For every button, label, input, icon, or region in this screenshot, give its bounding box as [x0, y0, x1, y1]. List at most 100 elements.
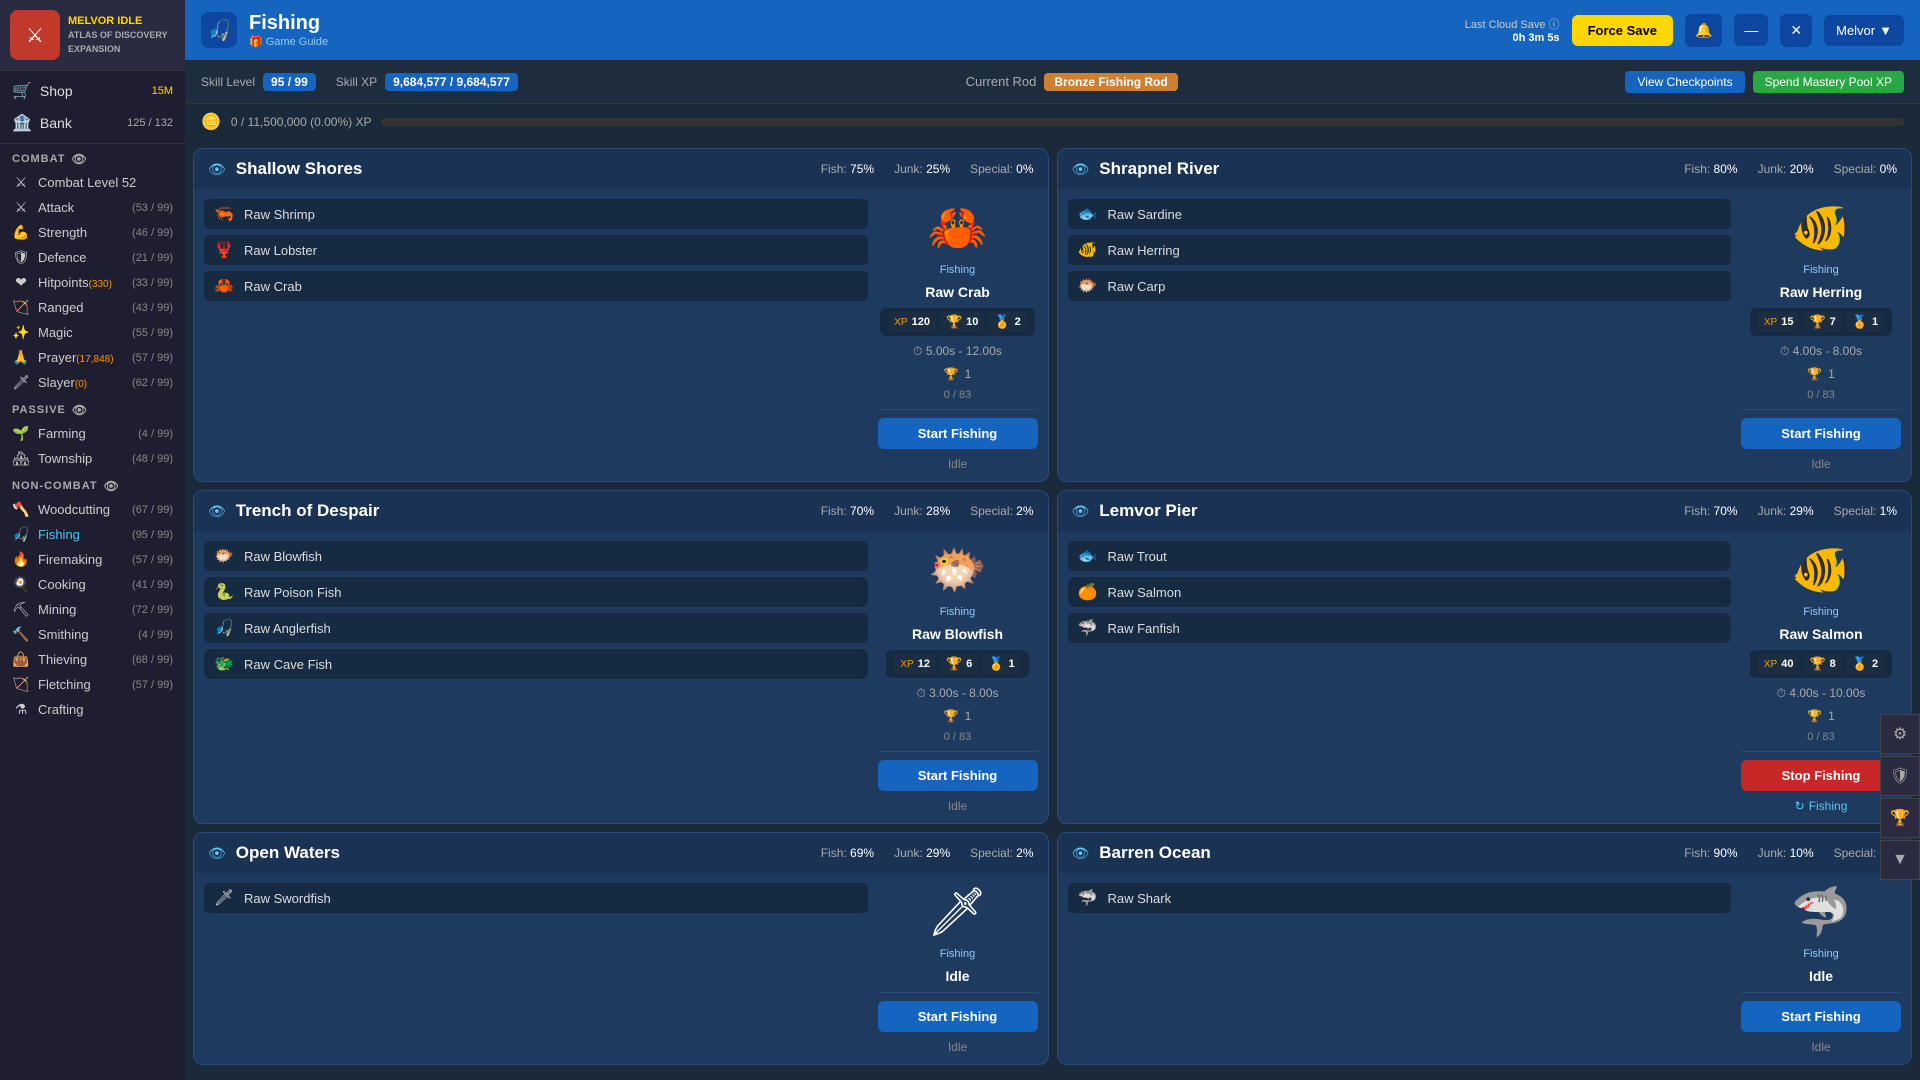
current-fish-icon: 🦈	[1791, 883, 1851, 940]
combat-icon: ⚔	[12, 174, 30, 191]
page-title: Fishing	[249, 12, 328, 35]
sidebar-item-slayer[interactable]: 🗡Slayer(0) (62 / 99)	[0, 370, 185, 395]
start-fishing-button-shallow[interactable]: Start Fishing	[878, 418, 1038, 449]
sidebar-item-cooking[interactable]: 🍳Cooking (41 / 99)	[0, 572, 185, 597]
shop-bank-section: 🛒 Shop 15M 🏦 Bank 125 / 132	[0, 71, 185, 144]
visibility-icon: 👁	[1072, 161, 1090, 178]
page-icon: 🎣	[201, 12, 237, 48]
spend-mastery-button[interactable]: Spend Mastery Pool XP	[1753, 71, 1904, 93]
trophy-reward: 🏆10	[940, 312, 984, 332]
current-fish-name: Idle	[1809, 968, 1833, 984]
sidebar-item-thieving[interactable]: 👜Thieving (68 / 99)	[0, 647, 185, 672]
blowfish-icon: 🐡	[212, 546, 236, 566]
xp-coin-icon: 🪙	[201, 112, 221, 132]
force-save-button[interactable]: Force Save	[1572, 15, 1673, 46]
trophy-reward: 🏆7	[1803, 312, 1841, 332]
right-trophy-button[interactable]: 🏆	[1880, 798, 1920, 838]
carp-icon: 🐡	[1076, 276, 1100, 296]
fish-row: 🐍Raw Poison Fish	[204, 577, 868, 607]
game-guide-link[interactable]: 🎁 Game Guide	[249, 35, 328, 48]
location-name: Shallow Shores	[236, 159, 811, 179]
sidebar-item-township[interactable]: 🏘Township (48 / 99)	[0, 446, 185, 471]
chevron-down-icon: ▼	[1879, 23, 1892, 38]
extra-reward: 🏅1	[982, 654, 1020, 674]
stats-bar: Skill Level 95 / 99 Skill XP 9,684,577 /…	[185, 60, 1920, 104]
swordfish-icon: 🗡	[212, 888, 236, 908]
progress-text: 0 / 83	[1807, 389, 1835, 401]
fish-list: 🐟Raw Trout 🍊Raw Salmon 🦈Raw Fanfish	[1068, 541, 1732, 813]
sidebar-item-strength[interactable]: 💪Strength (46 / 99)	[0, 220, 185, 245]
notification-button[interactable]: 🔔	[1685, 14, 1722, 47]
sidebar-item-firemaking[interactable]: 🔥Firemaking (57 / 99)	[0, 547, 185, 572]
right-chevron-button[interactable]: ▼	[1880, 840, 1920, 880]
start-fishing-button-open[interactable]: Start Fishing	[878, 1001, 1038, 1032]
fish-pct: Fish: 80%	[1684, 162, 1737, 176]
fish-name: Raw Shark	[1108, 891, 1172, 906]
progress-text: 0 / 83	[944, 389, 972, 401]
fishing-label: Fishing	[1803, 606, 1838, 618]
fish-rewards: XP120 🏆10 🏅2	[880, 308, 1034, 336]
fish-rewards: XP12 🏆6 🏅1	[886, 650, 1028, 678]
junk-pct: Junk: 29%	[894, 846, 950, 860]
current-rod-area: Current Rod Bronze Fishing Rod	[966, 73, 1178, 91]
close-button[interactable]: ✕	[1780, 14, 1812, 47]
time-range: ⏱ 4.00s - 8.00s	[1780, 344, 1862, 359]
fish-name: Raw Sardine	[1108, 207, 1182, 222]
sidebar-item-woodcutting[interactable]: 🪓Woodcutting (67 / 99)	[0, 497, 185, 522]
sidebar-item-crafting[interactable]: ⚗Crafting	[0, 697, 185, 722]
sidebar-item-defence[interactable]: 🛡Defence (21 / 99)	[0, 245, 185, 270]
visibility-icon: 👁	[1072, 503, 1090, 520]
sidebar-item-shop[interactable]: 🛒 Shop 15M	[0, 75, 185, 107]
start-fishing-button-barren[interactable]: Start Fishing	[1741, 1001, 1901, 1032]
visibility-icon: 👁	[208, 845, 226, 862]
right-panel: ⚙ 🛡 🏆 ▼	[1880, 714, 1920, 880]
fish-pct: Fish: 75%	[821, 162, 874, 176]
start-fishing-button-shrapnel[interactable]: Start Fishing	[1741, 418, 1901, 449]
sidebar-item-farming[interactable]: 🌱Farming (4 / 99)	[0, 421, 185, 446]
junk-pct: Junk: 29%	[1758, 504, 1814, 518]
fish-row: 🐡Raw Blowfish	[204, 541, 868, 571]
start-fishing-button-trench[interactable]: Start Fishing	[878, 760, 1038, 791]
shop-label: Shop	[40, 83, 73, 99]
user-button[interactable]: Melvor ▼	[1824, 15, 1904, 46]
sidebar-item-fishing[interactable]: 🎣Fishing (95 / 99)	[0, 522, 185, 547]
status-idle: Idle	[1811, 1040, 1830, 1054]
settings-button[interactable]: —	[1734, 14, 1768, 46]
fish-row: 🦐Raw Shrimp	[204, 199, 868, 229]
view-checkpoints-button[interactable]: View Checkpoints	[1625, 71, 1744, 93]
sidebar-item-prayer[interactable]: 🙏Prayer(17,848) (57 / 99)	[0, 345, 185, 370]
skill-xp-stat: Skill XP 9,684,577 / 9,684,577	[336, 73, 518, 91]
location-card-trench: 👁 Trench of Despair Fish: 70% Junk: 28% …	[193, 490, 1049, 824]
location-card-barren-ocean: 👁 Barren Ocean Fish: 90% Junk: 10% Speci…	[1057, 832, 1913, 1065]
fishing-action: 🐡 Fishing Raw Blowfish XP12 🏆6 🏅1 ⏱ 3.00…	[878, 541, 1038, 813]
time-range: ⏱ 4.00s - 10.00s	[1777, 686, 1866, 701]
current-rod-value: Bronze Fishing Rod	[1044, 73, 1177, 91]
sidebar-item-ranged[interactable]: 🏹Ranged (43 / 99)	[0, 295, 185, 320]
combat-section-header: COMBAT 👁	[0, 144, 185, 170]
sidebar-item-magic[interactable]: ✨Magic (55 / 99)	[0, 320, 185, 345]
sidebar-item-hitpoints[interactable]: ❤Hitpoints(330) (33 / 99)	[0, 270, 185, 295]
current-fish-name: Raw Crab	[925, 284, 990, 300]
sidebar-item-attack[interactable]: ⚔Attack (53 / 99)	[0, 195, 185, 220]
current-fish-name: Raw Herring	[1780, 284, 1862, 300]
right-gear-button[interactable]: ⚙	[1880, 714, 1920, 754]
fish-list: 🦈Raw Shark	[1068, 883, 1732, 1054]
fish-rewards: XP40 🏆8 🏅2	[1750, 650, 1892, 678]
sidebar-item-fletching[interactable]: 🏹Fletching (57 / 99)	[0, 672, 185, 697]
sidebar-item-mining[interactable]: ⛏Mining (72 / 99)	[0, 597, 185, 622]
stop-fishing-button[interactable]: Stop Fishing	[1741, 760, 1901, 791]
location-name: Shrapnel River	[1099, 159, 1674, 179]
anglerfish-icon: 🎣	[212, 618, 236, 638]
fish-name: Raw Swordfish	[244, 891, 331, 906]
sidebar-item-smithing[interactable]: 🔨Smithing (4 / 99)	[0, 622, 185, 647]
combat-level-item[interactable]: ⚔ Combat Level 52	[0, 170, 185, 195]
fish-name: Raw Fanfish	[1108, 621, 1180, 636]
sidebar-item-bank[interactable]: 🏦 Bank 125 / 132	[0, 107, 185, 139]
mastery-row: 🏆 1	[944, 367, 972, 381]
right-shield-button[interactable]: 🛡	[1880, 756, 1920, 796]
current-fish-icon: 🐠	[1791, 541, 1851, 598]
fish-row: 🍊Raw Salmon	[1068, 577, 1732, 607]
mastery-level: 1	[965, 367, 972, 381]
fish-row: 🐠Raw Herring	[1068, 235, 1732, 265]
location-header-lemvor: 👁 Lemvor Pier Fish: 70% Junk: 29% Specia…	[1058, 491, 1912, 531]
